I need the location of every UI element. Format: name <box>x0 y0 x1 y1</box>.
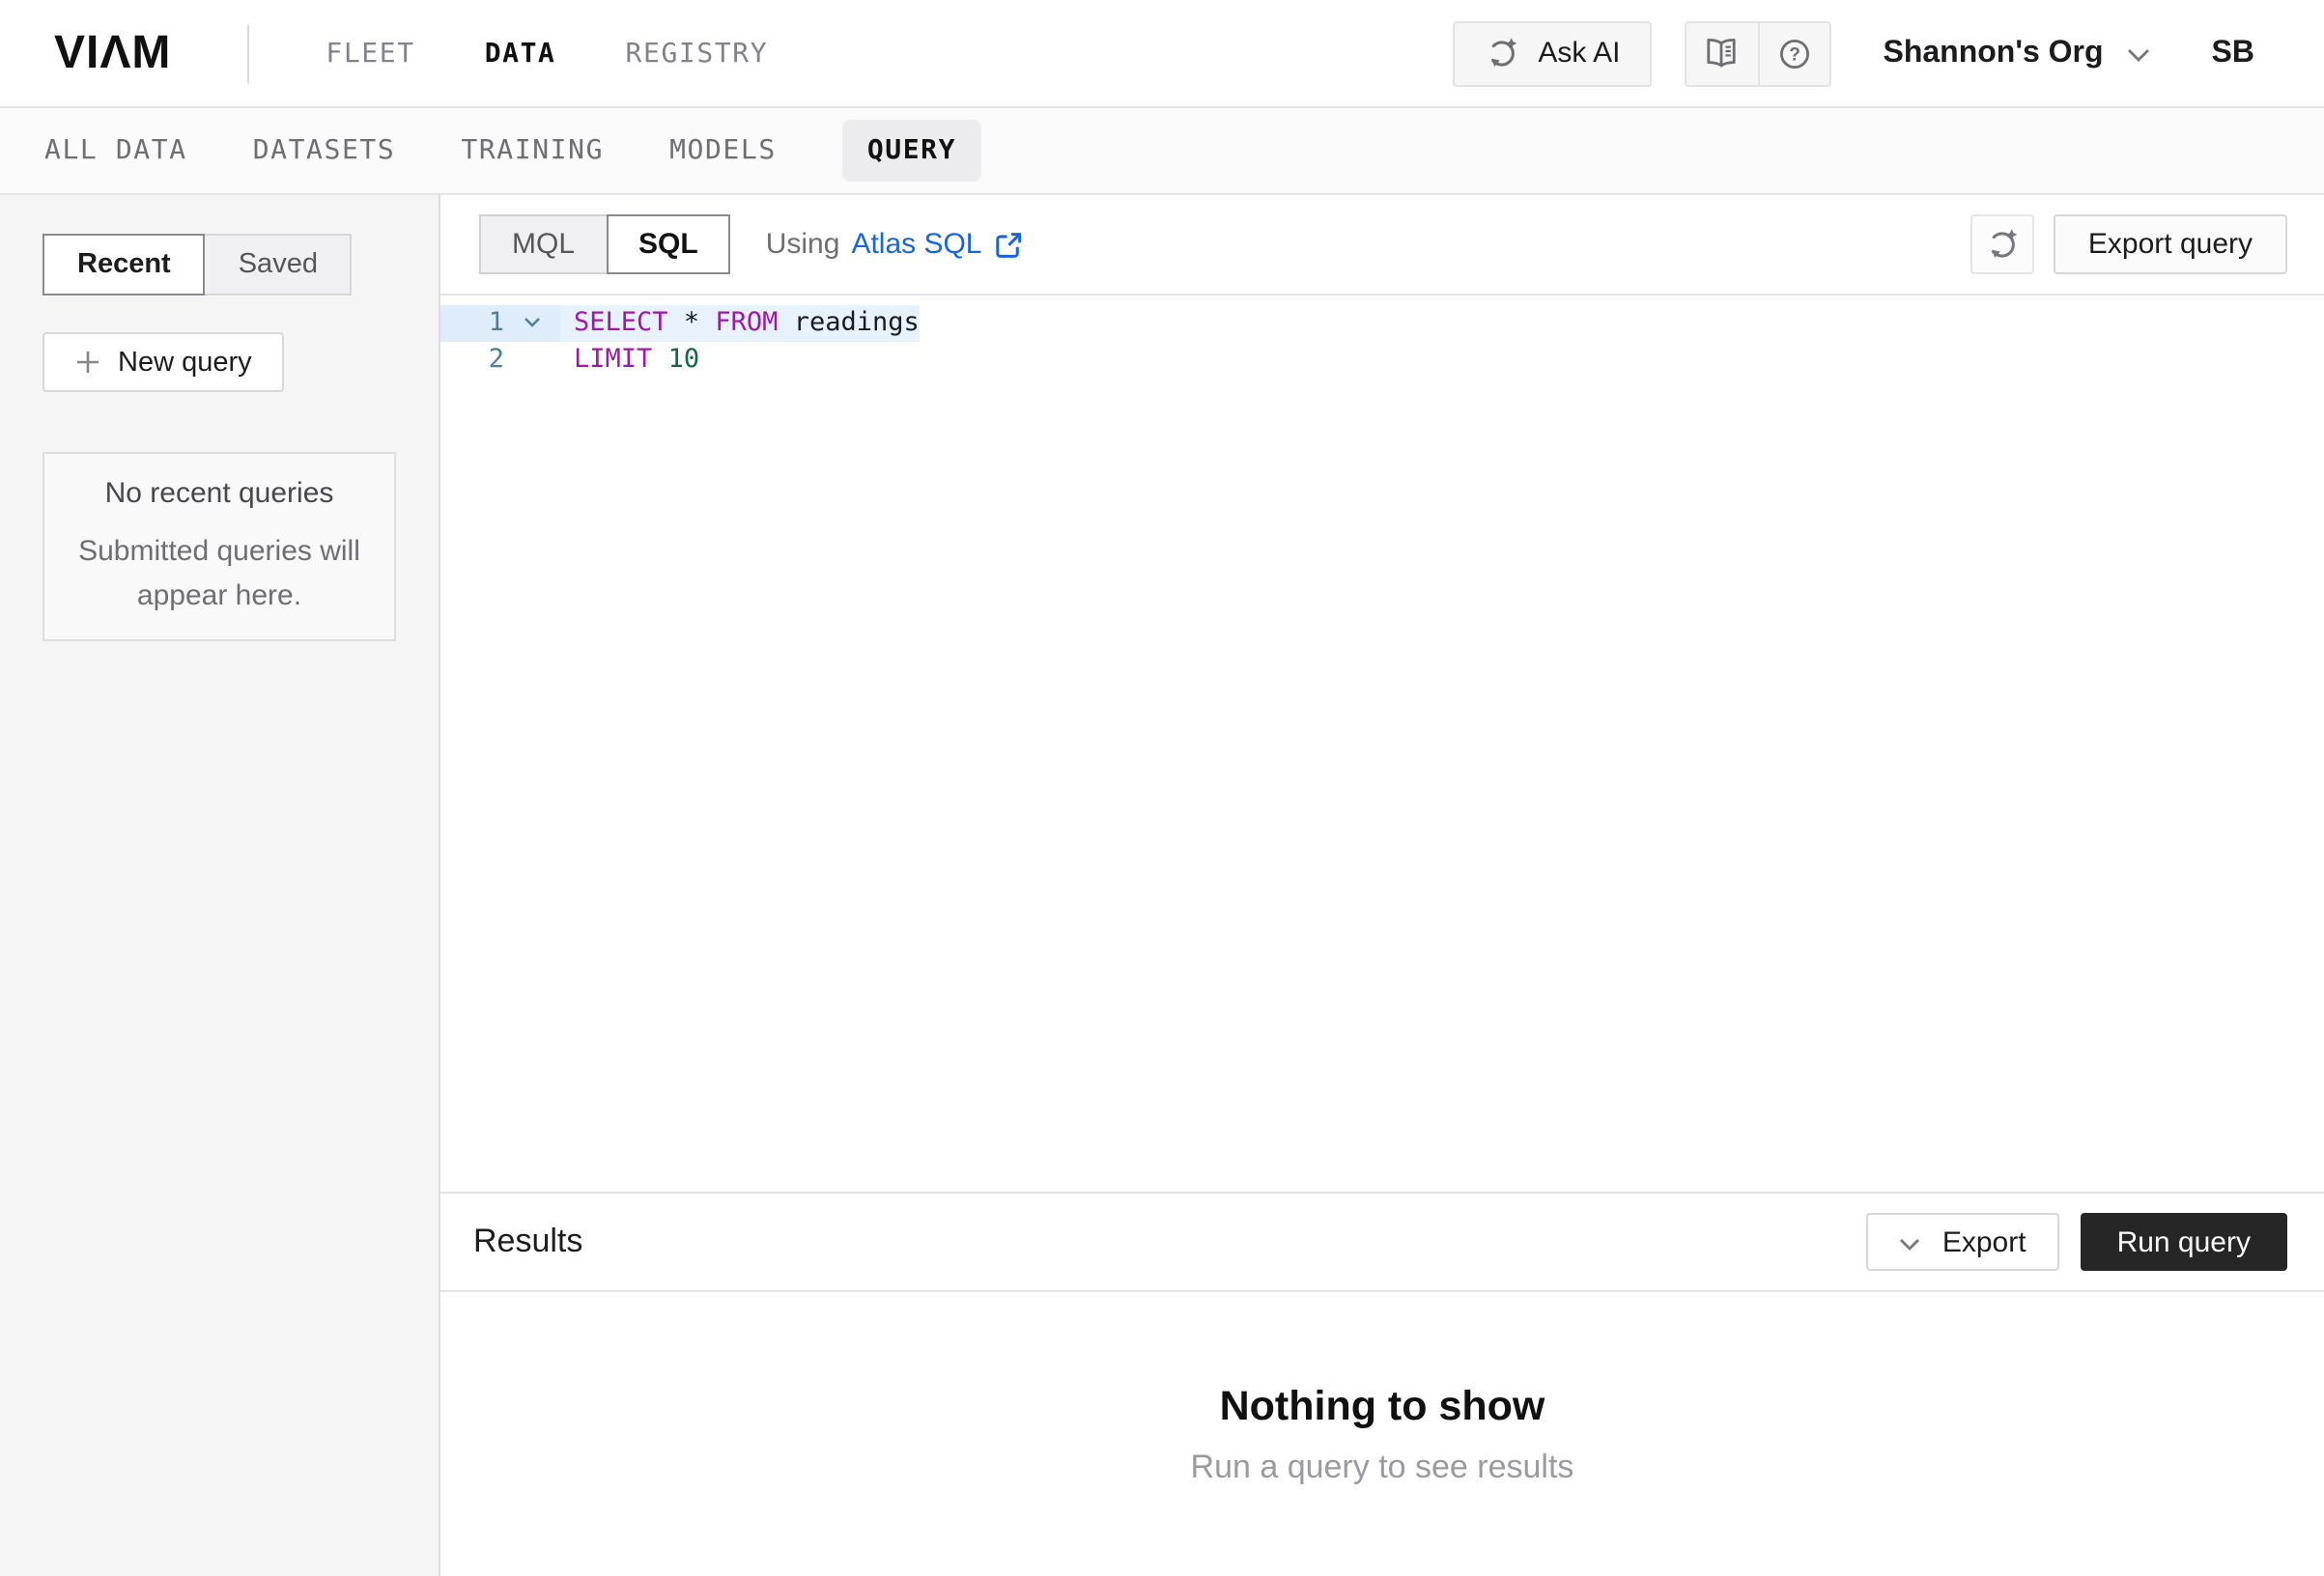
top-tab-data[interactable]: DATA <box>485 38 556 69</box>
results-actions: Export Run query <box>1867 1213 2287 1271</box>
code-line[interactable]: 1 SELECT * FROM readings <box>440 305 2324 341</box>
no-recent-queries-subtitle: Submitted queries will appear here. <box>68 528 371 617</box>
editor-gutter[interactable]: 1 <box>440 305 560 341</box>
code-text[interactable]: SELECT * FROM readings <box>560 305 920 341</box>
recent-saved-toggle: Recent Saved <box>43 234 396 296</box>
plus-icon <box>75 350 100 375</box>
ai-sparkle-refresh-icon <box>1984 226 2021 263</box>
code-line[interactable]: 2 LIMIT 10 <box>440 341 2324 377</box>
sub-tab-models[interactable]: MODELS <box>669 135 777 166</box>
org-switcher[interactable]: Shannon's Org <box>1883 36 2149 70</box>
mql-tab[interactable]: MQL <box>479 214 608 274</box>
ai-sparkle-refresh-icon <box>1484 35 1520 71</box>
ask-ai-button[interactable]: Ask AI <box>1453 20 1651 86</box>
query-main-panel: MQL SQL Using Atlas SQL <box>440 195 2324 1576</box>
using-atlas-sql: Using Atlas SQL <box>766 228 1023 261</box>
ask-ai-label: Ask AI <box>1538 37 1620 70</box>
topbar-left: VIΛM FLEET DATA REGISTRY <box>54 24 768 82</box>
top-tab-fleet[interactable]: FLEET <box>326 38 414 69</box>
new-query-button[interactable]: New query <box>43 332 285 392</box>
org-name: Shannon's Org <box>1883 36 2103 70</box>
sub-tab-training[interactable]: TRAINING <box>461 135 604 166</box>
viam-logo[interactable]: VIΛM <box>54 30 171 76</box>
new-query-label: New query <box>118 347 252 378</box>
no-recent-queries-box: No recent queries Submitted queries will… <box>43 452 396 641</box>
results-empty-title: Nothing to show <box>1220 1382 1545 1430</box>
query-sidebar: Recent Saved New query No recent queries… <box>0 195 440 1576</box>
divider <box>246 24 248 82</box>
using-label: Using <box>766 228 840 261</box>
top-tabs: FLEET DATA REGISTRY <box>326 38 768 69</box>
export-results-label: Export <box>1942 1225 2026 1258</box>
top-navigation-bar: VIΛM FLEET DATA REGISTRY Ask AI <box>0 0 2324 108</box>
sql-tab[interactable]: SQL <box>606 214 731 274</box>
chevron-down-icon <box>1900 1237 1921 1251</box>
help-button[interactable]: ? <box>1757 22 1828 84</box>
documentation-button[interactable] <box>1686 22 1757 84</box>
export-results-button[interactable]: Export <box>1867 1213 2059 1271</box>
export-query-button[interactable]: Export query <box>2054 214 2287 274</box>
atlas-sql-link-label: Atlas SQL <box>851 228 981 261</box>
fold-spacer <box>504 341 560 377</box>
line-number: 2 <box>440 341 504 377</box>
svg-text:?: ? <box>1789 43 1800 64</box>
sub-tab-query[interactable]: QUERY <box>842 120 981 182</box>
no-recent-queries-title: No recent queries <box>105 476 334 509</box>
query-language-toggle: MQL SQL <box>479 214 731 274</box>
recent-tab[interactable]: Recent <box>43 234 206 296</box>
results-header: Results Export Run query <box>440 1192 2324 1292</box>
content-area: Recent Saved New query No recent queries… <box>0 195 2324 1576</box>
sub-tab-all-data[interactable]: ALL DATA <box>44 135 187 166</box>
editor-gutter[interactable]: 2 <box>440 341 560 377</box>
external-link-icon <box>996 232 1023 259</box>
results-empty-state: Nothing to show Run a query to see resul… <box>440 1292 2324 1576</box>
ai-refresh-button[interactable] <box>1970 214 2034 274</box>
help-button-group: ? <box>1684 20 1830 86</box>
avatar[interactable]: SB <box>2212 36 2254 70</box>
query-toolbar: MQL SQL Using Atlas SQL <box>440 195 2324 296</box>
chevron-down-icon <box>2127 48 2150 62</box>
results-title: Results <box>473 1223 582 1261</box>
sql-editor[interactable]: 1 SELECT * FROM readings 2 LIMIT 10 <box>440 296 2324 1192</box>
line-number: 1 <box>440 305 504 341</box>
code-text[interactable]: LIMIT 10 <box>560 341 699 377</box>
book-icon <box>1702 34 1741 72</box>
topbar-right: Ask AI ? <box>1453 20 2254 86</box>
data-subnav: ALL DATA DATASETS TRAINING MODELS QUERY <box>0 108 2324 195</box>
results-empty-subtitle: Run a query to see results <box>1191 1448 1574 1486</box>
atlas-sql-link[interactable]: Atlas SQL <box>851 228 1022 261</box>
question-mark-icon: ? <box>1774 34 1813 72</box>
viam-app: VIΛM FLEET DATA REGISTRY Ask AI <box>0 0 2324 1576</box>
sub-tab-datasets[interactable]: DATASETS <box>253 135 396 166</box>
saved-tab[interactable]: Saved <box>204 234 353 296</box>
run-query-button[interactable]: Run query <box>2081 1213 2287 1271</box>
top-tab-registry[interactable]: REGISTRY <box>626 38 769 69</box>
fold-chevron-icon[interactable] <box>504 305 560 341</box>
